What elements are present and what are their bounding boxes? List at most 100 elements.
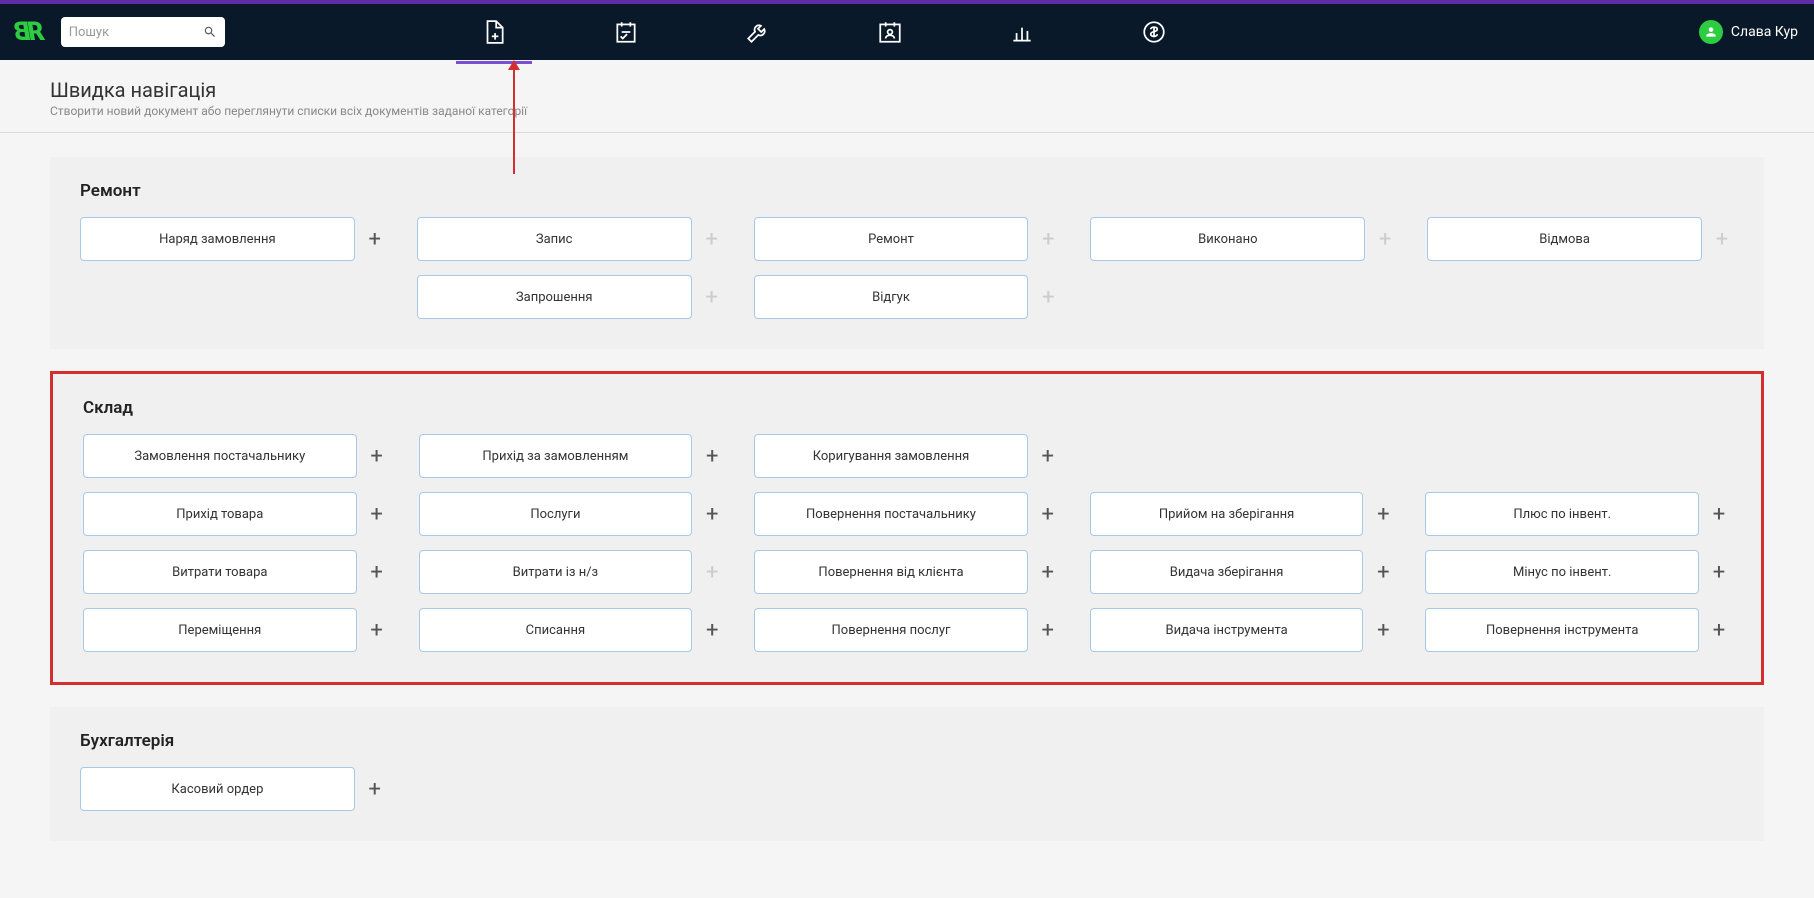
card-button[interactable]: Відгук bbox=[754, 275, 1029, 319]
card-cell: Видача інструмента + bbox=[1090, 608, 1396, 652]
grid-warehouse: Замовлення постачальнику+Прихід за замов… bbox=[83, 434, 1731, 652]
plus-icon: + bbox=[1036, 227, 1060, 251]
plus-icon[interactable]: + bbox=[365, 618, 389, 642]
card-button[interactable]: Ремонт bbox=[754, 217, 1029, 261]
plus-icon: + bbox=[700, 227, 724, 251]
plus-icon: + bbox=[1036, 285, 1060, 309]
page-title: Швидка навігація bbox=[50, 78, 1764, 102]
card-button[interactable]: Відмова bbox=[1427, 217, 1702, 261]
plus-icon: + bbox=[700, 285, 724, 309]
card-button[interactable]: Плюс по інвент. bbox=[1425, 492, 1699, 536]
card-button[interactable]: Прихід за замовленням bbox=[419, 434, 693, 478]
card-button[interactable]: Переміщення bbox=[83, 608, 357, 652]
card-cell: Послуги + bbox=[419, 492, 725, 536]
card-cell: Відгук + bbox=[754, 275, 1061, 319]
plus-icon[interactable]: + bbox=[1707, 560, 1731, 584]
card-button[interactable]: Виконано bbox=[1090, 217, 1365, 261]
plus-icon[interactable]: + bbox=[365, 560, 389, 584]
nav-icons bbox=[480, 18, 1168, 46]
user-name: Слава Кур bbox=[1731, 24, 1798, 40]
page-subtitle: Створити новий документ або переглянути … bbox=[50, 104, 1764, 118]
card-cell: Плюс по інвент. + bbox=[1425, 492, 1731, 536]
card-button[interactable]: Запис bbox=[417, 217, 692, 261]
plus-icon[interactable]: + bbox=[1371, 502, 1395, 526]
card-button[interactable]: Наряд замовлення bbox=[80, 217, 355, 261]
card-cell: Відмова+ bbox=[1427, 217, 1734, 261]
card-cell: Витрати товара + bbox=[83, 550, 389, 594]
app-logo[interactable]: ЯВ bbox=[16, 17, 43, 47]
panel-accounting-title: Бухгалтерія bbox=[80, 731, 1734, 751]
plus-icon[interactable]: + bbox=[700, 502, 724, 526]
card-cell: Касовий ордер + bbox=[80, 767, 387, 811]
card-button[interactable]: Витрати із н/з bbox=[419, 550, 693, 594]
card-cell: Витрати із н/з + bbox=[419, 550, 725, 594]
card-button[interactable]: Прихід товара bbox=[83, 492, 357, 536]
card-cell: Прихід товара + bbox=[83, 492, 389, 536]
card-cell: Прийом на зберігання + bbox=[1090, 492, 1396, 536]
card-button[interactable]: Мінус по інвент. bbox=[1425, 550, 1699, 594]
search-input[interactable] bbox=[69, 25, 203, 40]
card-button[interactable]: Списання bbox=[419, 608, 693, 652]
card-cell: Наряд замовлення + bbox=[80, 217, 387, 261]
card-cell: Мінус по інвент. + bbox=[1425, 550, 1731, 594]
card-cell: Повернення від клієнта + bbox=[754, 550, 1060, 594]
plus-icon[interactable]: + bbox=[1036, 618, 1060, 642]
card-button[interactable]: Замовлення постачальнику bbox=[83, 434, 357, 478]
card-cell: Списання + bbox=[419, 608, 725, 652]
panel-repair-title: Ремонт bbox=[80, 181, 1734, 201]
card-button[interactable]: Запрошення bbox=[417, 275, 692, 319]
panel-warehouse: Склад Замовлення постачальнику+Прихід за… bbox=[50, 371, 1764, 685]
card-cell: Повернення постачальнику + bbox=[754, 492, 1060, 536]
card-button[interactable]: Прийом на зберігання bbox=[1090, 492, 1364, 536]
user-area[interactable]: Слава Кур bbox=[1699, 20, 1798, 44]
plus-icon[interactable]: + bbox=[700, 618, 724, 642]
plus-icon[interactable]: + bbox=[1036, 560, 1060, 584]
card-cell: Видача зберігання + bbox=[1090, 550, 1396, 594]
plus-icon[interactable]: + bbox=[365, 502, 389, 526]
avatar bbox=[1699, 20, 1723, 44]
nav-employee-icon[interactable] bbox=[876, 18, 904, 46]
plus-icon[interactable]: + bbox=[1371, 560, 1395, 584]
card-button[interactable]: Повернення послуг bbox=[754, 608, 1028, 652]
card-cell: Ремонт + bbox=[754, 217, 1061, 261]
nav-new-document-icon[interactable] bbox=[480, 18, 508, 46]
card-cell: Повернення послуг + bbox=[754, 608, 1060, 652]
grid-accounting: Касовий ордер + bbox=[80, 767, 1734, 811]
card-cell: Переміщення + bbox=[83, 608, 389, 652]
card-cell: Прихід за замовленням + bbox=[419, 434, 725, 478]
nav-money-icon[interactable] bbox=[1140, 18, 1168, 46]
nav-checklist-icon[interactable] bbox=[612, 18, 640, 46]
card-button[interactable]: Коригування замовлення bbox=[754, 434, 1028, 478]
plus-icon[interactable]: + bbox=[1707, 618, 1731, 642]
plus-icon[interactable]: + bbox=[1036, 444, 1060, 468]
card-button[interactable]: Видача інструмента bbox=[1090, 608, 1364, 652]
plus-icon[interactable]: + bbox=[700, 444, 724, 468]
card-button[interactable]: Повернення від клієнта bbox=[754, 550, 1028, 594]
plus-icon[interactable]: + bbox=[1036, 502, 1060, 526]
nav-wrench-icon[interactable] bbox=[744, 18, 772, 46]
card-button[interactable]: Повернення інструмента bbox=[1425, 608, 1699, 652]
card-cell: Повернення інструмента + bbox=[1425, 608, 1731, 652]
plus-icon[interactable]: + bbox=[1371, 618, 1395, 642]
plus-icon[interactable]: + bbox=[1707, 502, 1731, 526]
card-button[interactable]: Витрати товара bbox=[83, 550, 357, 594]
search-icon bbox=[203, 25, 217, 39]
panel-accounting: Бухгалтерія Касовий ордер + bbox=[50, 707, 1764, 841]
grid-repair: Наряд замовлення+Запис+Ремонт+Виконано+В… bbox=[80, 217, 1734, 319]
nav-chart-icon[interactable] bbox=[1008, 18, 1036, 46]
card-button[interactable]: Видача зберігання bbox=[1090, 550, 1364, 594]
main-container: Ремонт Наряд замовлення + Запис + Ремонт + Вик… bbox=[0, 133, 1814, 887]
plus-icon[interactable]: + bbox=[363, 227, 387, 251]
card-cell: Запис + bbox=[417, 217, 724, 261]
search-box[interactable] bbox=[61, 17, 225, 47]
plus-icon[interactable]: + bbox=[363, 777, 387, 801]
card-cell: Коригування замовлення + bbox=[754, 434, 1060, 478]
card-button[interactable]: Касовий ордер bbox=[80, 767, 355, 811]
card-button[interactable]: Послуги bbox=[419, 492, 693, 536]
card-button[interactable]: Повернення постачальнику bbox=[754, 492, 1028, 536]
card-cell: Запрошення + bbox=[417, 275, 724, 319]
panel-repair: Ремонт Наряд замовлення + Запис + Ремонт + Вик… bbox=[50, 157, 1764, 349]
plus-icon[interactable]: + bbox=[365, 444, 389, 468]
page-header: Швидка навігація Створити новий документ… bbox=[0, 60, 1814, 133]
plus-icon: + bbox=[700, 560, 724, 584]
